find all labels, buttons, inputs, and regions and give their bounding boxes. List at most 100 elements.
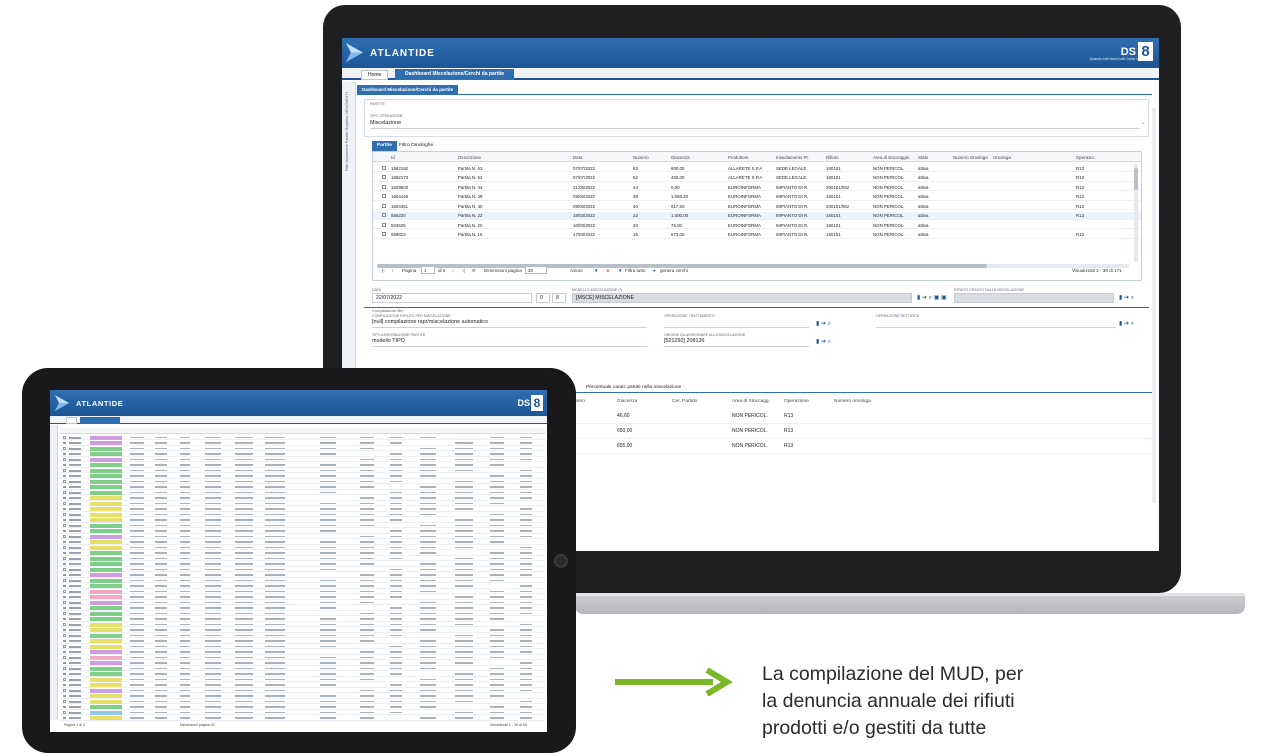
- tablet-tab-home[interactable]: [66, 417, 77, 424]
- row-checkbox[interactable]: [63, 705, 66, 709]
- refresh-icon[interactable]: ⟳: [472, 268, 476, 274]
- row-checkbox[interactable]: [63, 678, 66, 681]
- row-checkbox[interactable]: [63, 612, 66, 615]
- row-checkbox[interactable]: [63, 579, 66, 582]
- tab-home[interactable]: Home: [361, 70, 389, 80]
- modello-actions-icon[interactable]: ▮ ➔ ⌕ ▣ ▣: [917, 294, 947, 302]
- table-row[interactable]: 1604451 Partita N. 40 09/06/2022 40 917,60 EU…: [373, 202, 1141, 210]
- row-checkbox[interactable]: [63, 623, 66, 626]
- row-checkbox[interactable]: [63, 535, 66, 538]
- row-checkbox[interactable]: [63, 447, 66, 450]
- row-checkbox[interactable]: [382, 213, 386, 217]
- modello-input[interactable]: [MSCE] MISCELAZIONE: [572, 293, 912, 303]
- row-checkbox[interactable]: [63, 540, 66, 544]
- lower-grid-column-header[interactable]: Area di Stoccagg.: [732, 399, 770, 404]
- row-checkbox[interactable]: [63, 507, 66, 511]
- row-checkbox[interactable]: [63, 458, 66, 461]
- grid-column-header[interactable]: Omologa: [993, 155, 1011, 160]
- compilazione-section-title[interactable]: Compilazione filtri: [372, 308, 404, 313]
- row-checkbox[interactable]: [382, 222, 386, 227]
- table-row[interactable]: 1692192 Partita N. 63 07/07/2022 63 600,00 AL…: [373, 164, 1141, 172]
- grid-column-header[interactable]: Giacenza: [671, 155, 690, 160]
- row-checkbox[interactable]: [63, 557, 66, 560]
- generate-label[interactable]: genera cerchi: [660, 268, 688, 273]
- row-checkbox[interactable]: [63, 524, 66, 527]
- op-rettifica-actions-icon[interactable]: ▮ ➔ ⌕: [1119, 320, 1134, 328]
- filter-all-label[interactable]: Filtra tutto: [625, 268, 645, 273]
- grid-column-header[interactable]: Id: [391, 155, 395, 160]
- row-checkbox[interactable]: [63, 491, 66, 494]
- row-checkbox[interactable]: [63, 595, 66, 599]
- table-row[interactable]: 1629503 Partita N. 44 21/06/2022 44 0,00 EURO…: [373, 183, 1141, 191]
- grid-column-header[interactable]: Stato: [918, 155, 928, 160]
- op-trattamento-actions-icon[interactable]: ▮ ➔ ⌕: [816, 320, 831, 328]
- first-page-icon[interactable]: |‹: [382, 268, 385, 273]
- row-checkbox[interactable]: [63, 584, 66, 588]
- lower-grid-column-header[interactable]: Numero omologa: [834, 399, 871, 404]
- tab-filtro-omologhe[interactable]: Filtro Omologhe: [394, 141, 438, 151]
- grid-column-header[interactable]: Numero: [633, 155, 649, 160]
- row-checkbox[interactable]: [63, 711, 66, 714]
- row-checkbox[interactable]: [63, 463, 66, 467]
- tablet-page-label[interactable]: Pagina 1 di 2: [64, 723, 85, 727]
- row-checkbox[interactable]: [63, 617, 66, 621]
- row-checkbox[interactable]: [63, 502, 66, 505]
- row-checkbox[interactable]: [63, 452, 66, 456]
- row-checkbox[interactable]: [63, 672, 66, 676]
- row-checkbox[interactable]: [382, 165, 386, 170]
- grid-column-header[interactable]: Insediamento Pr.: [776, 155, 809, 160]
- row-checkbox[interactable]: [382, 184, 386, 189]
- row-checkbox[interactable]: [63, 546, 66, 549]
- table-row[interactable]: 556220 Partita N. 22 18/03/2022 22 1.000,00 E…: [373, 211, 1141, 220]
- row-checkbox[interactable]: [63, 551, 66, 555]
- row-checkbox[interactable]: [63, 667, 66, 670]
- row-checkbox[interactable]: [63, 480, 66, 483]
- row-checkbox[interactable]: [63, 700, 66, 703]
- row-checkbox[interactable]: [63, 694, 66, 698]
- row-checkbox[interactable]: [63, 474, 66, 478]
- row-checkbox[interactable]: [63, 661, 66, 665]
- actions-label[interactable]: Azioni: [570, 268, 583, 273]
- next-page-icon[interactable]: ›: [452, 268, 454, 273]
- row-checkbox[interactable]: [63, 485, 66, 489]
- rifiuto-actions-icon[interactable]: ▮ ➔ ⌕: [1119, 294, 1134, 302]
- row-checkbox[interactable]: [63, 568, 66, 571]
- generate-icon[interactable]: ●: [653, 268, 656, 273]
- row-checkbox[interactable]: [63, 573, 66, 577]
- row-checkbox[interactable]: [63, 639, 66, 643]
- table-row[interactable]: 1692173 Partita N. 62 07/07/2022 62 450,00 AL…: [373, 174, 1141, 182]
- row-checkbox[interactable]: [63, 518, 66, 522]
- origine-actions-icon[interactable]: ▮ ➔ ⌕: [816, 338, 831, 346]
- row-checkbox[interactable]: [63, 601, 66, 604]
- left-rail-label[interactable]: Filtri Movimenti Partite Registro MOVIME…: [344, 92, 349, 171]
- lower-grid-column-header[interactable]: Operazione: [784, 399, 809, 404]
- row-checkbox[interactable]: [63, 590, 66, 593]
- row-checkbox[interactable]: [63, 656, 66, 659]
- row-checkbox[interactable]: [63, 689, 66, 692]
- grid-column-header[interactable]: Rifiuto: [826, 155, 838, 160]
- tablet-page-size[interactable]: Dimensioni pagina 30: [180, 723, 215, 727]
- chevron-down-icon[interactable]: ⌄: [1141, 120, 1146, 126]
- lower-tab-percentuale[interactable]: Percentuale carati: partite nella miscel…: [586, 385, 681, 390]
- row-checkbox[interactable]: [382, 194, 386, 198]
- row-checkbox[interactable]: [63, 606, 66, 610]
- table-row[interactable]: 503625 Partita N. 20 10/03/2022 20 75,00 EURO…: [373, 221, 1141, 229]
- page-input[interactable]: 1: [421, 266, 435, 274]
- row-checkbox[interactable]: [382, 175, 386, 179]
- row-checkbox[interactable]: [63, 645, 66, 648]
- grid-column-header[interactable]: Numero Omologa: [953, 155, 988, 160]
- row-checkbox[interactable]: [63, 650, 66, 654]
- origine-value[interactable]: [521292] 208136: [664, 338, 704, 344]
- row-checkbox[interactable]: [63, 716, 66, 720]
- vertical-scrollbar[interactable]: [1134, 164, 1138, 262]
- row-checkbox[interactable]: [63, 436, 66, 439]
- table-row[interactable]: 1604446 Partita N. 39 09/06/2022 39 1.068,20…: [373, 193, 1141, 201]
- filter-icon[interactable]: ▼: [594, 268, 599, 273]
- row-checkbox[interactable]: [382, 232, 386, 236]
- row-checkbox[interactable]: [63, 529, 66, 533]
- page-size-select[interactable]: 30: [525, 266, 547, 274]
- row-checkbox[interactable]: [63, 513, 66, 516]
- row-checkbox[interactable]: [63, 683, 66, 687]
- row-checkbox[interactable]: [63, 628, 66, 632]
- row-checkbox[interactable]: [63, 496, 66, 500]
